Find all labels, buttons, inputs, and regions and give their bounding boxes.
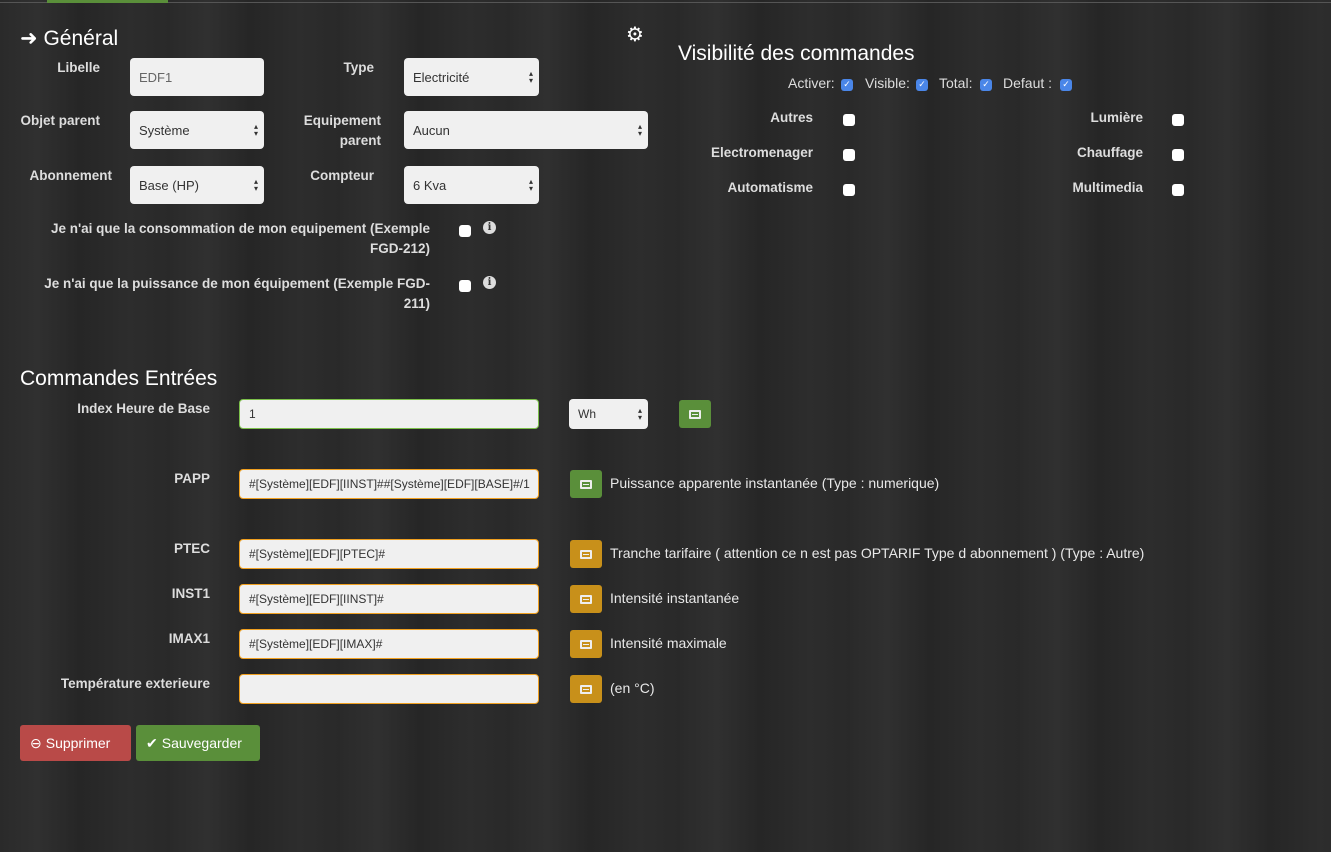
inst1-list-button[interactable] [570, 585, 602, 613]
papp-input[interactable]: #[Système][EDF][IINST]##[Système][EDF][B… [239, 469, 539, 499]
index-input[interactable]: 1 [239, 399, 539, 429]
activer-checkbox[interactable]: ✓ [841, 79, 853, 91]
delete-button[interactable]: ⊖ Supprimer [20, 725, 131, 761]
abonnement-value: Base (HP) [139, 177, 199, 193]
conso-only-label: Je n'ai que la consommation de mon equip… [50, 221, 430, 256]
visible-checkbox[interactable]: ✓ [916, 79, 928, 91]
unit-value: Wh [578, 407, 596, 421]
equipement-parent-label: Equipement parent [303, 113, 381, 148]
objet-parent-label: Objet parent [20, 113, 100, 128]
category-chauffage-checkbox[interactable] [1172, 149, 1184, 161]
commands-heading: Commandes Entrées [20, 367, 218, 390]
active-tab-indicator[interactable] [47, 0, 168, 3]
total-label: Total: [939, 75, 973, 91]
index-label: Index Heure de Base [77, 401, 210, 416]
papp-description: Puissance apparente instantanée (Type : … [610, 475, 940, 491]
visible-label: Visible: [865, 75, 910, 91]
list-icon [580, 549, 592, 559]
list-icon [580, 684, 592, 694]
imax1-list-button[interactable] [570, 630, 602, 658]
conso-only-checkbox[interactable] [459, 225, 471, 237]
save-button[interactable]: ✔ Sauvegarder [136, 725, 260, 761]
category-automatisme-label: Automatisme [727, 180, 813, 195]
inst1-label: INST1 [171, 586, 210, 601]
temperature-label: Température exterieure [60, 676, 210, 691]
general-heading: ➜ Général [20, 27, 119, 50]
category-lumiere-checkbox[interactable] [1172, 114, 1184, 126]
category-multimedia-label: Multimedia [1072, 180, 1143, 195]
imax1-description: Intensité maximale [610, 635, 727, 651]
category-electromenager-checkbox[interactable] [843, 149, 855, 161]
minus-circle-icon: ⊖ [30, 734, 42, 751]
category-multimedia-checkbox[interactable] [1172, 184, 1184, 196]
compteur-select[interactable]: 6 Kva [404, 166, 539, 204]
ptec-description: Tranche tarifaire ( attention ce n est p… [610, 545, 1145, 561]
abonnement-select[interactable]: Base (HP) [130, 166, 264, 204]
inst1-description: Intensité instantanée [610, 590, 740, 606]
list-button[interactable] [679, 400, 711, 428]
temperature-input[interactable] [239, 674, 539, 704]
list-icon [580, 479, 592, 489]
type-select[interactable]: Electricité [404, 58, 539, 96]
activer-label: Activer: [788, 75, 835, 91]
imax1-input[interactable]: #[Système][EDF][IMAX]# [239, 629, 539, 659]
equipement-parent-select[interactable]: Aucun [404, 111, 648, 149]
puissance-only-label: Je n'ai que la puissance de mon équipeme… [44, 276, 430, 311]
list-icon [580, 639, 592, 649]
check-circle-icon: ✔ [146, 734, 158, 751]
list-icon [580, 594, 592, 604]
delete-label: Supprimer [45, 735, 111, 751]
libelle-label: Libelle [57, 60, 100, 75]
category-lumiere-label: Lumière [1090, 110, 1143, 125]
temperature-description: (en °C) [610, 680, 655, 696]
inst1-input[interactable]: #[Système][EDF][IINST]# [239, 584, 539, 614]
ptec-list-button[interactable] [570, 540, 602, 568]
imax1-label: IMAX1 [168, 631, 210, 646]
category-chauffage-label: Chauffage [1076, 145, 1143, 160]
equip-value: Aucun [413, 122, 450, 138]
defaut-checkbox[interactable]: ✓ [1060, 79, 1072, 91]
category-autres-checkbox[interactable] [843, 114, 855, 126]
type-value: Electricité [413, 69, 470, 85]
gears-icon[interactable]: ⚙ [626, 22, 644, 46]
category-electromenager-label: Electromenager [710, 145, 813, 160]
objet-value: Système [139, 122, 190, 138]
unit-select[interactable]: Wh [569, 399, 648, 429]
objet-parent-select[interactable]: Système [130, 111, 264, 149]
temperature-list-button[interactable] [570, 675, 602, 703]
ptec-input[interactable]: #[Système][EDF][PTEC]# [239, 539, 539, 569]
save-label: Sauvegarder [161, 735, 242, 751]
abonnement-label: Abonnement [29, 168, 113, 183]
list-icon [689, 409, 701, 419]
visibility-heading: Visibilité des commandes [678, 42, 915, 65]
defaut-label: Defaut : [1003, 75, 1053, 91]
category-autres-label: Autres [770, 110, 813, 125]
info-icon[interactable]: i [483, 221, 496, 234]
papp-label: PAPP [174, 471, 210, 486]
papp-list-button[interactable] [570, 470, 602, 498]
ptec-label: PTEC [173, 541, 210, 556]
back-arrow-icon[interactable]: ➜ [20, 27, 38, 50]
total-checkbox[interactable]: ✓ [980, 79, 992, 91]
libelle-input[interactable]: EDF1 [130, 58, 264, 96]
compteur-label: Compteur [310, 168, 374, 183]
puissance-only-checkbox[interactable] [459, 280, 471, 292]
top-divider [0, 2, 1331, 3]
category-automatisme-checkbox[interactable] [843, 184, 855, 196]
info-icon[interactable]: i [483, 276, 496, 289]
compteur-value: 6 Kva [413, 177, 447, 193]
type-label: Type [343, 60, 374, 75]
